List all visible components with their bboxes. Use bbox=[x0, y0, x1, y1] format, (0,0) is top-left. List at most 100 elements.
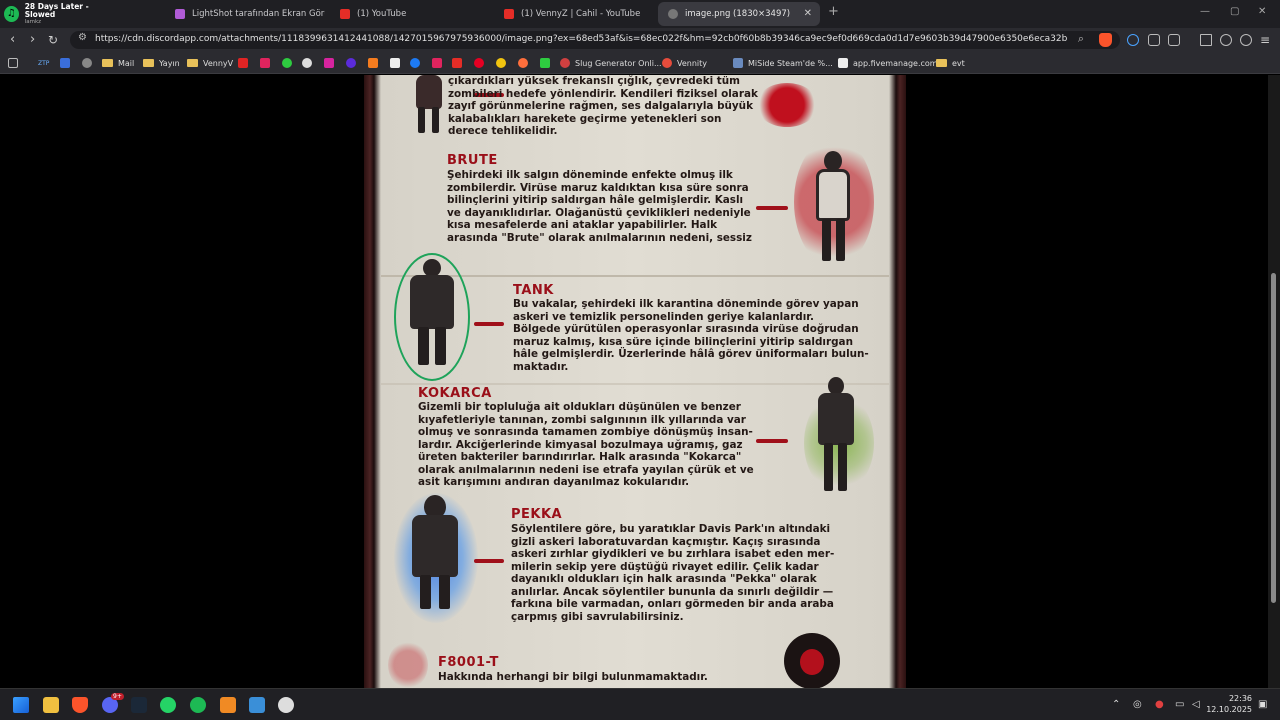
headphones-icon[interactable]: ◎ bbox=[1133, 699, 1142, 710]
discord-badge: 9+ bbox=[111, 693, 124, 700]
extensions-icon[interactable] bbox=[1148, 34, 1160, 46]
minimize-icon[interactable]: — bbox=[1200, 6, 1210, 17]
tab-label: LightShot tarafından Ekran Görüntüsü bbox=[192, 9, 325, 19]
apps-grid-icon[interactable] bbox=[8, 56, 23, 70]
sidebar-icon[interactable] bbox=[1168, 34, 1180, 46]
youtube-icon bbox=[504, 9, 514, 19]
tank-title: TANK bbox=[513, 283, 554, 298]
github-icon[interactable] bbox=[278, 697, 294, 713]
vennity-icon bbox=[662, 58, 672, 68]
poster-image: çıkardıkları yüksek frekanslı çığlık, çe… bbox=[364, 75, 906, 688]
bookmark-label: ZTP bbox=[38, 59, 50, 67]
tab-youtube-vennyz[interactable]: (1) VennyZ | Cahil - YouTube bbox=[494, 2, 654, 26]
instagram-icon[interactable] bbox=[324, 56, 339, 70]
steam-icon[interactable] bbox=[131, 697, 147, 713]
clock-time: 22:36 bbox=[1228, 694, 1252, 703]
bookmark-label: Vennity bbox=[677, 58, 708, 68]
bookmark-icon-4[interactable] bbox=[260, 56, 275, 70]
media-control-icon[interactable] bbox=[1220, 34, 1232, 46]
brave-shield-icon[interactable] bbox=[1099, 33, 1112, 47]
lightshot-icon bbox=[175, 9, 185, 19]
menu-icon[interactable]: ≡ bbox=[1260, 32, 1270, 48]
bookmark-mail[interactable]: Mail bbox=[102, 56, 134, 70]
media-title: 28 Days Later - Slowed bbox=[24, 1, 89, 19]
bookmark-vennity[interactable]: Vennity bbox=[662, 56, 707, 70]
app-icon[interactable] bbox=[220, 697, 236, 713]
close-window-icon[interactable]: ✕ bbox=[1258, 6, 1266, 17]
scrollbar[interactable] bbox=[1268, 75, 1280, 688]
spotify-icon[interactable] bbox=[190, 697, 206, 713]
scrollbar-thumb[interactable] bbox=[1271, 273, 1276, 603]
red-dash bbox=[474, 559, 504, 563]
site-info-icon[interactable]: ⚙ bbox=[78, 32, 87, 43]
taskbar: 9+ ⌃ ◎ ● ▭ ◁ 22:36 12.10.2025 ▣ bbox=[0, 688, 1280, 720]
bookmark-icon-2[interactable] bbox=[82, 56, 97, 70]
brave-icon[interactable] bbox=[72, 697, 88, 713]
bookmark-miside[interactable]: MiSide Steam'de %... bbox=[733, 56, 833, 70]
bookmark-evt[interactable]: evt bbox=[936, 56, 965, 70]
wallet-icon[interactable] bbox=[1240, 34, 1252, 46]
youtube-bookmark-icon[interactable] bbox=[452, 56, 467, 70]
bookmark-fivemanage[interactable]: app.fivemanage.com bbox=[838, 56, 938, 70]
close-icon[interactable]: ✕ bbox=[804, 8, 812, 19]
back-icon[interactable]: ‹ bbox=[10, 32, 15, 48]
steam-icon bbox=[733, 58, 743, 68]
tab-image[interactable]: image.png (1830×3497) ✕ bbox=[658, 2, 820, 26]
bookmark-icon-3[interactable] bbox=[238, 56, 253, 70]
remote-desktop-icon[interactable] bbox=[249, 697, 265, 713]
bookmark-icon-7[interactable] bbox=[346, 56, 361, 70]
tab-label: (1) YouTube bbox=[357, 9, 407, 19]
folder-icon bbox=[187, 59, 198, 67]
fold-line bbox=[381, 383, 889, 385]
bookmark-vennyv[interactable]: VennyV bbox=[187, 56, 233, 70]
new-tab-icon[interactable]: + bbox=[828, 4, 839, 19]
download-icon[interactable] bbox=[1200, 34, 1212, 46]
bookmark-icon-9[interactable] bbox=[410, 56, 425, 70]
bookmark-ztp[interactable]: ZTP bbox=[38, 56, 49, 70]
folder-icon bbox=[143, 59, 154, 67]
image-viewport[interactable]: çıkardıkları yüksek frekanslı çığlık, çe… bbox=[0, 75, 1268, 688]
pinterest-icon[interactable] bbox=[474, 56, 489, 70]
slug-icon bbox=[560, 58, 570, 68]
bookmark-yayin[interactable]: Yayın bbox=[143, 56, 180, 70]
bookmark-icon-11[interactable] bbox=[496, 56, 511, 70]
whatsapp-icon[interactable] bbox=[160, 697, 176, 713]
address-bar[interactable]: ⚙ https://cdn.discordapp.com/attachments… bbox=[70, 31, 1120, 49]
bookmark-label: VennyV bbox=[203, 58, 234, 68]
volume-icon[interactable]: ◁ bbox=[1192, 699, 1200, 710]
bookmark-icon-6[interactable] bbox=[302, 56, 317, 70]
tank-text: Bu vakalar, şehirdeki ilk karantina döne… bbox=[513, 298, 869, 373]
tab-youtube[interactable]: (1) YouTube bbox=[330, 2, 490, 26]
forward-icon[interactable]: › bbox=[30, 32, 35, 48]
f8001t-title: F8001-T bbox=[438, 655, 499, 670]
bookmark-icon-13[interactable] bbox=[540, 56, 555, 70]
display-icon[interactable]: ▭ bbox=[1175, 699, 1184, 710]
zoom-icon[interactable]: ⌕ bbox=[1078, 32, 1084, 46]
x-icon[interactable] bbox=[390, 56, 405, 70]
bookmark-label: Yayın bbox=[159, 58, 180, 68]
bookmark-icon-10[interactable] bbox=[432, 56, 447, 70]
brute-text: Şehirdeki ilk salgın döneminde enfekte o… bbox=[447, 169, 752, 244]
bookmark-label: MiSide Steam'de %... bbox=[748, 58, 833, 68]
bookmark-icon-12[interactable] bbox=[518, 56, 533, 70]
red-dash bbox=[756, 439, 788, 443]
reload-icon[interactable]: ↻ bbox=[48, 32, 58, 48]
file-explorer-icon[interactable] bbox=[43, 697, 59, 713]
vpn-icon[interactable] bbox=[1127, 34, 1139, 46]
bookmark-icon-1[interactable] bbox=[60, 56, 75, 70]
url-text[interactable]: https://cdn.discordapp.com/attachments/1… bbox=[95, 34, 1067, 44]
bookmarks-bar: ZTP Mail Yayın VennyV Slug Generator Onl… bbox=[0, 52, 1280, 74]
kokarca-title: KOKARCA bbox=[418, 386, 492, 401]
tab-lightshot[interactable]: LightShot tarafından Ekran Görüntüsü bbox=[165, 2, 325, 26]
media-widget[interactable]: ♫ 28 Days Later - Slowed lamkz bbox=[4, 1, 114, 25]
mic-icon[interactable]: ● bbox=[1155, 699, 1164, 710]
blood-splatter bbox=[388, 641, 428, 688]
notification-icon[interactable]: ▣ bbox=[1258, 699, 1267, 710]
clock[interactable]: 22:36 12.10.2025 bbox=[1206, 693, 1252, 715]
bookmark-icon-8[interactable] bbox=[368, 56, 383, 70]
start-icon[interactable] bbox=[13, 697, 29, 713]
bookmark-icon-5[interactable] bbox=[282, 56, 297, 70]
restore-icon[interactable]: ▢ bbox=[1230, 6, 1239, 17]
bookmark-slug[interactable]: Slug Generator Onli... bbox=[560, 56, 662, 70]
chevron-up-icon[interactable]: ⌃ bbox=[1112, 699, 1120, 710]
